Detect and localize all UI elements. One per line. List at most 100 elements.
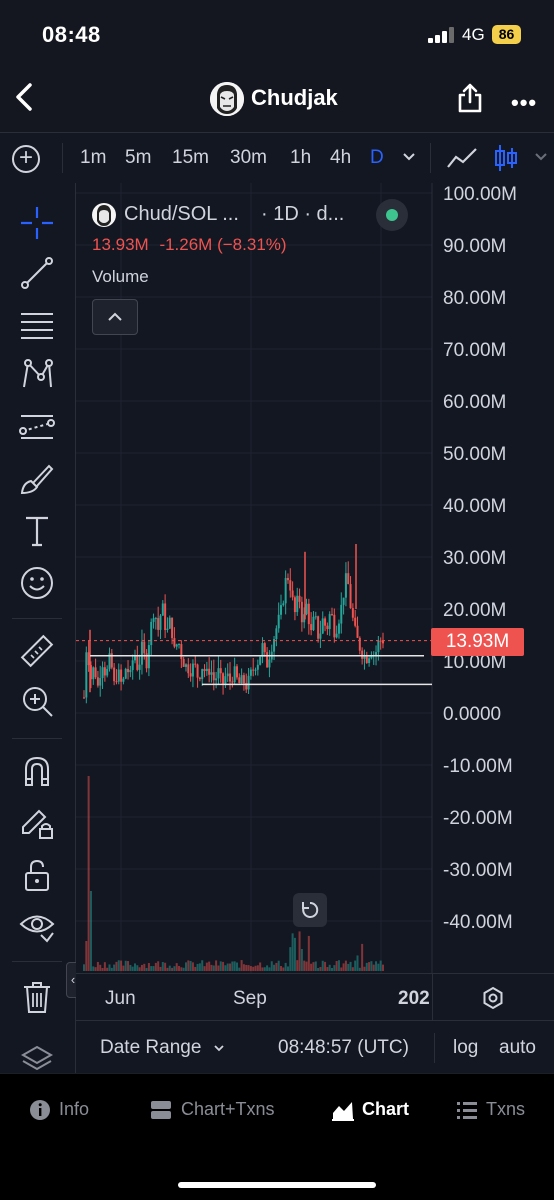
fib-lines-icon[interactable] xyxy=(19,307,55,343)
chart-settings-gear-icon[interactable] xyxy=(481,986,505,1010)
volume-bar xyxy=(85,941,88,971)
volume-bar xyxy=(349,961,352,971)
volume-bar xyxy=(326,967,329,971)
visibility-icon[interactable] xyxy=(19,907,55,943)
lock-drawings-icon[interactable] xyxy=(19,805,55,841)
candle-body xyxy=(222,673,225,684)
delete-icon[interactable] xyxy=(19,979,55,1015)
candle-body xyxy=(307,603,310,625)
volume-bar xyxy=(175,963,178,971)
collapse-legend-button[interactable] xyxy=(92,299,138,335)
ruler-icon[interactable] xyxy=(19,633,55,669)
x-tick-label: 202 xyxy=(398,988,430,1009)
candle-body xyxy=(178,644,181,646)
candle-body xyxy=(268,659,271,668)
auto-scale-toggle[interactable]: auto xyxy=(499,1037,536,1059)
candle-body xyxy=(298,595,301,602)
volume-bar xyxy=(196,963,199,971)
line-chart-type-icon[interactable] xyxy=(446,145,478,171)
volume-bar xyxy=(208,961,211,971)
volume-bar xyxy=(324,961,327,971)
volume-bar xyxy=(231,961,234,971)
unlock-icon[interactable] xyxy=(19,857,55,893)
chart-area-icon[interactable] xyxy=(331,1099,355,1121)
text-tool-icon[interactable] xyxy=(19,513,55,549)
candle-body xyxy=(337,623,340,634)
candlestick-chart-type-icon[interactable] xyxy=(494,143,518,173)
candle-body xyxy=(113,667,116,682)
tf-d[interactable]: D xyxy=(370,147,384,169)
candle-body xyxy=(127,668,130,673)
signal-icon xyxy=(428,27,454,43)
tf-5m[interactable]: 5m xyxy=(125,147,151,169)
date-range-label: Date Range xyxy=(100,1037,202,1058)
pattern-tool-icon[interactable] xyxy=(19,357,55,393)
y-tick-label: -30.00M xyxy=(443,860,513,881)
emoji-icon[interactable] xyxy=(19,565,55,601)
tab-txns[interactable]: Txns xyxy=(486,1099,525,1120)
volume-bar xyxy=(136,965,139,971)
candle-body xyxy=(187,664,190,674)
add-symbol-button[interactable]: + xyxy=(12,145,40,173)
info-icon[interactable] xyxy=(29,1099,51,1121)
volume-bar xyxy=(254,965,257,971)
date-range-button[interactable]: Date Range xyxy=(100,1037,225,1059)
prediction-tool-icon[interactable] xyxy=(19,409,55,445)
volume-bar xyxy=(194,966,197,971)
zoom-in-icon[interactable] xyxy=(19,683,55,719)
candle-body xyxy=(331,614,334,616)
candle-body xyxy=(252,669,255,671)
candle-body xyxy=(161,603,164,616)
brush-icon[interactable] xyxy=(19,461,55,497)
candle-body xyxy=(377,640,380,653)
tf-1m[interactable]: 1m xyxy=(80,147,106,169)
volume-bar xyxy=(171,967,174,971)
chart-txns-icon[interactable] xyxy=(150,1099,172,1121)
list-icon[interactable] xyxy=(456,1099,478,1121)
more-options-icon[interactable]: ••• xyxy=(511,90,537,116)
legend-symbol[interactable]: Chud/SOL ... xyxy=(124,203,239,226)
tf-30m[interactable]: 30m xyxy=(230,147,267,169)
market-status-badge[interactable] xyxy=(376,199,408,231)
time-axis[interactable]: Jun Sep 202 xyxy=(76,973,554,1021)
volume-bar xyxy=(263,967,266,971)
candle-body xyxy=(215,678,218,681)
app-header: Chudjak ••• xyxy=(0,60,554,132)
share-icon[interactable] xyxy=(456,82,484,114)
tf-15m[interactable]: 15m xyxy=(172,147,209,169)
chart-area[interactable]: 100.00M 90.00M 80.00M 70.00M 60.00M 50.00M 40.… xyxy=(76,183,554,973)
candle-body xyxy=(117,669,120,682)
utc-clock[interactable]: 08:48:57 (UTC) xyxy=(278,1037,409,1059)
candle-body xyxy=(189,673,192,677)
crosshair-icon[interactable] xyxy=(19,205,55,241)
study-label-volume[interactable]: Volume xyxy=(92,267,149,287)
reset-chart-button[interactable] xyxy=(293,893,327,927)
volume-bar xyxy=(92,966,95,971)
candle-body xyxy=(368,658,371,663)
volume-bar xyxy=(87,776,90,971)
back-chevron-icon[interactable] xyxy=(12,82,38,112)
volume-bar xyxy=(328,964,331,971)
candle-body xyxy=(240,675,243,684)
volume-bar xyxy=(240,960,243,971)
candle-body xyxy=(143,641,146,654)
timeframe-chevron-down-icon[interactable] xyxy=(402,152,416,162)
trend-line-icon[interactable] xyxy=(19,255,55,291)
candle-body xyxy=(233,666,236,683)
tab-info[interactable]: Info xyxy=(59,1099,89,1120)
chart-type-chevron-down-icon[interactable] xyxy=(534,152,548,162)
tf-4h[interactable]: 4h xyxy=(330,147,351,169)
tab-chart[interactable]: Chart xyxy=(362,1099,409,1120)
volume-bar xyxy=(187,960,190,971)
price-chart[interactable]: 100.00M 90.00M 80.00M 70.00M 60.00M 50.00M 40.… xyxy=(76,183,554,973)
magnet-icon[interactable] xyxy=(19,753,55,789)
legend-values: 13.93M -1.26M (−8.31%) xyxy=(92,235,287,255)
log-scale-toggle[interactable]: log xyxy=(453,1037,478,1059)
volume-bar xyxy=(277,960,280,971)
candle-body xyxy=(365,656,368,663)
tab-chart-txns[interactable]: Chart+Txns xyxy=(181,1099,275,1120)
candle-body xyxy=(333,614,336,638)
layers-icon[interactable] xyxy=(19,1045,55,1071)
legend-interval[interactable]: · 1D · d... xyxy=(261,203,344,226)
tf-1h[interactable]: 1h xyxy=(290,147,311,169)
